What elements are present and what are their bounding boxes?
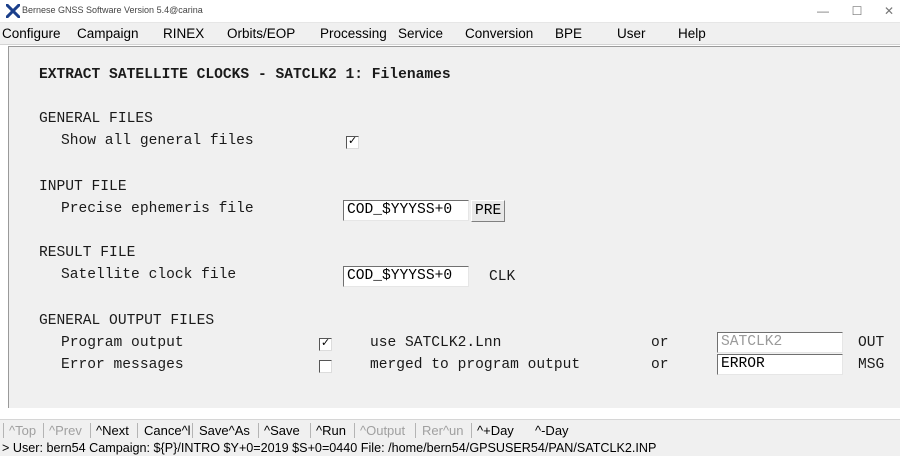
menu-help[interactable]: Help <box>678 26 706 41</box>
toolbar-separator <box>354 423 355 438</box>
prev-button[interactable]: ^Prev <box>49 423 82 438</box>
toolbar-separator <box>43 423 44 438</box>
x-icon <box>6 4 20 18</box>
toolbar-separator <box>310 423 311 438</box>
title-bar: Bernese GNSS Software Version 5.4@carina… <box>0 0 900 23</box>
status-bar: > User: bern54 Campaign: ${P}/INTRO $Y+0… <box>0 440 900 456</box>
input-panel: EXTRACT SATELLITE CLOCKS - SATCLK2 1: Fi… <box>8 46 900 408</box>
save-as-button[interactable]: Save^As <box>199 423 250 438</box>
menu-configure[interactable]: Configure <box>2 26 61 41</box>
section-input-file: INPUT FILE <box>39 179 127 195</box>
or-label: or <box>651 335 669 351</box>
program-output-label: Program output <box>61 335 184 351</box>
toolbar-separator <box>192 423 193 438</box>
minus-day-button[interactable]: ^-Day <box>535 423 569 438</box>
close-icon[interactable]: ✕ <box>874 2 900 20</box>
menu-processing[interactable]: Processing <box>320 26 387 41</box>
top-button[interactable]: ^Top <box>9 423 36 438</box>
menu-rinex[interactable]: RINEX <box>163 26 204 41</box>
toolbar-separator <box>137 423 138 438</box>
minimize-icon[interactable]: — <box>808 2 838 20</box>
panel-heading: EXTRACT SATELLITE CLOCKS - SATCLK2 1: Fi… <box>39 67 451 83</box>
error-messages-option: merged to program output <box>370 357 581 373</box>
menu-orbits-eop[interactable]: Orbits/EOP <box>227 26 295 41</box>
program-output-option: use SATCLK2.Lnn <box>370 335 502 351</box>
error-messages-ext: MSG <box>858 357 885 373</box>
program-output-ext: OUT <box>858 335 885 351</box>
command-toolbar: ^Top ^Prev ^Next Cance^l Save^As ^Save ^… <box>0 419 900 440</box>
toolbar-separator <box>90 423 91 438</box>
check-icon: ✓ <box>321 336 331 349</box>
rerun-button[interactable]: Rer^un <box>422 423 464 438</box>
window-title: Bernese GNSS Software Version 5.4@carina <box>22 5 203 15</box>
toolbar-separator <box>415 423 416 438</box>
output-button[interactable]: ^Output <box>360 423 405 438</box>
menu-service[interactable]: Service <box>398 26 443 41</box>
show-all-label: Show all general files <box>61 133 254 149</box>
menu-campaign[interactable]: Campaign <box>77 26 139 41</box>
toolbar-separator <box>471 423 472 438</box>
ephemeris-label: Precise ephemeris file <box>61 201 254 217</box>
clock-label: Satellite clock file <box>61 267 237 283</box>
check-icon: ✓ <box>348 134 358 147</box>
program-output-checkbox[interactable]: ✓ <box>319 336 332 351</box>
run-button[interactable]: ^Run <box>316 423 346 438</box>
next-button[interactable]: ^Next <box>96 423 129 438</box>
menu-bar: Configure Campaign RINEX Orbits/EOP Proc… <box>0 23 900 45</box>
status-text: > User: bern54 Campaign: ${P}/INTRO $Y+0… <box>2 441 657 455</box>
clock-field[interactable]: COD_$YYYSS+0 <box>343 266 469 287</box>
clock-ext-label: CLK <box>489 269 516 285</box>
menu-user[interactable]: User <box>617 26 646 41</box>
program-output-field[interactable]: SATCLK2 <box>717 332 843 353</box>
section-general-files: GENERAL FILES <box>39 111 153 127</box>
section-result-file: RESULT FILE <box>39 245 136 261</box>
ephemeris-ext-button[interactable]: PRE <box>471 200 506 222</box>
toolbar-separator <box>258 423 259 438</box>
ephemeris-field[interactable]: COD_$YYYSS+0 <box>343 200 469 221</box>
maximize-icon[interactable]: ☐ <box>842 2 872 20</box>
cancel-button[interactable]: Cance^l <box>144 423 191 438</box>
menu-conversion[interactable]: Conversion <box>465 26 533 41</box>
section-output-files: GENERAL OUTPUT FILES <box>39 313 215 329</box>
error-messages-checkbox[interactable] <box>319 360 332 373</box>
save-button[interactable]: ^Save <box>264 423 300 438</box>
show-all-checkbox[interactable]: ✓ <box>346 134 359 149</box>
error-messages-label: Error messages <box>61 357 184 373</box>
error-messages-field[interactable]: ERROR <box>717 354 843 375</box>
or-label: or <box>651 357 669 373</box>
menu-bpe[interactable]: BPE <box>555 26 582 41</box>
toolbar-separator <box>3 423 4 438</box>
plus-day-button[interactable]: ^+Day <box>477 423 514 438</box>
